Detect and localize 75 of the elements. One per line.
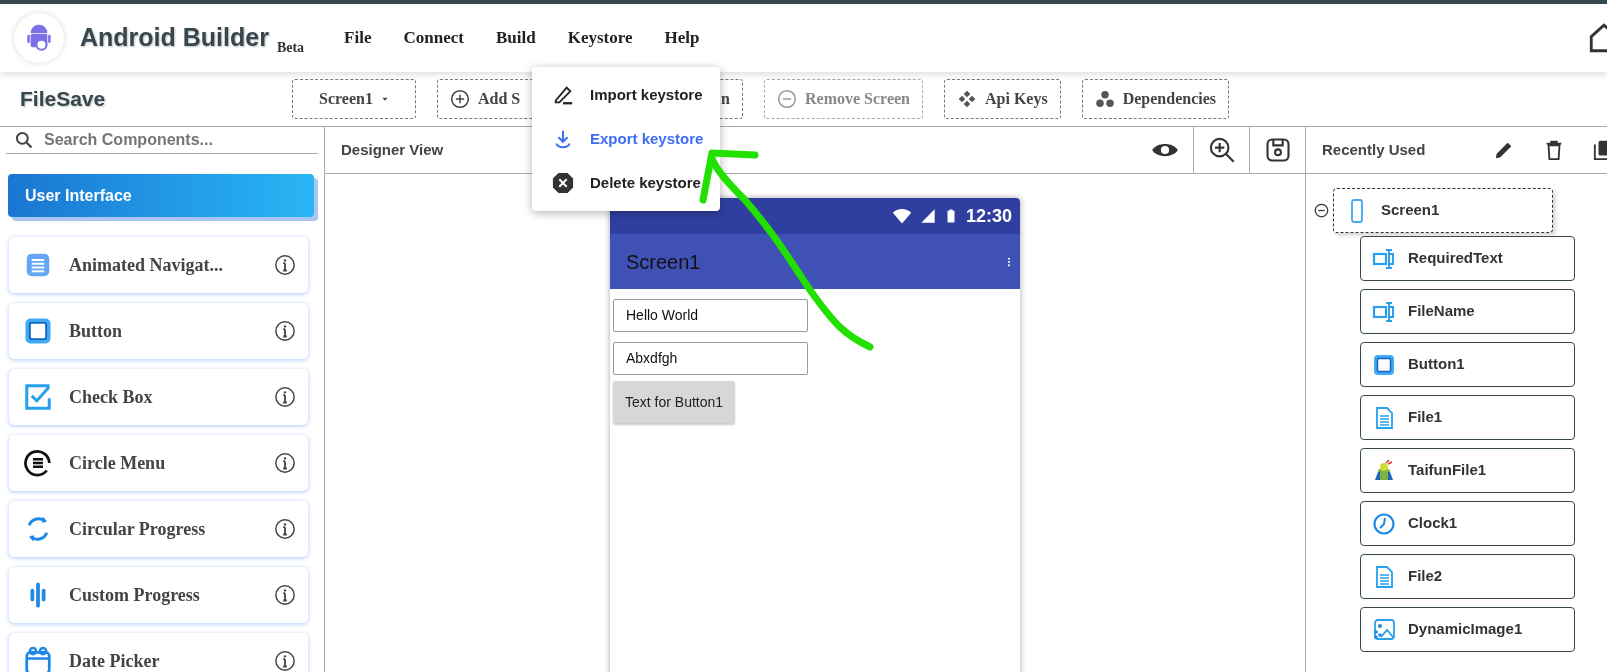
palette-item[interactable]: Button [9,303,308,359]
wifi-icon [891,206,912,226]
panel-title: Recently Used [1322,139,1426,160]
tree-node[interactable]: File2 [1360,554,1575,599]
clock-time: 12:30 [965,204,1012,228]
checkbox-icon [23,382,53,412]
app-title: Android Builder [80,22,269,54]
info-icon[interactable] [274,452,296,474]
dropdown-item[interactable]: Delete keystore [532,161,720,205]
calendar-icon [23,646,53,672]
robot-icon [1372,458,1396,483]
text-box[interactable]: Hello World [613,299,808,332]
tree-node[interactable]: TaifunFile1 [1360,448,1575,493]
menu-item[interactable]: Build [479,25,552,51]
menu-item[interactable]: Help [648,25,716,51]
pen-icon [552,84,574,106]
tree-node[interactable]: RequiredText [1360,236,1575,281]
screen-dropdown[interactable]: Screen1 [292,79,416,119]
dropdown-item[interactable]: Export keystore [532,117,720,161]
item-label: Date Picker [69,649,160,672]
info-icon[interactable] [274,518,296,540]
item-label: Circle Menu [69,451,166,475]
diamond-icon [957,89,977,109]
dots-icon [1094,89,1115,109]
square-icon [23,316,53,346]
square-icon [1372,352,1396,377]
tree-node[interactable]: Screen1 [1333,188,1553,233]
textbox-icon [1372,246,1396,271]
menu-item[interactable]: File [328,25,388,51]
close-icon [552,172,574,194]
circle-menu-icon [23,448,53,478]
clock-icon [1372,511,1396,536]
plus-circle-icon [450,89,470,109]
item-label: Circular Progress [69,517,206,541]
image-icon [1372,617,1396,642]
panel-title: Designer View [341,139,444,160]
search-icon [14,130,34,150]
menu-item[interactable]: Keystore [551,25,649,51]
info-icon[interactable] [274,320,296,342]
palette-item[interactable]: Circle Menu [9,435,308,491]
palette-item[interactable]: Date Picker [9,633,308,672]
palette-item[interactable]: Circular Progress [9,501,308,557]
android-logo [14,13,64,63]
item-label: Button [69,319,122,343]
tree-node[interactable]: DynamicImage1 [1360,607,1575,652]
info-icon[interactable] [274,254,296,276]
item-label: Custom Progress [69,583,200,607]
project-name: FileSave [19,86,107,113]
tree-node[interactable]: Clock1 [1360,501,1575,546]
palette-item[interactable]: Animated Navigat... [9,237,308,293]
collapse-icon[interactable] [1314,203,1329,218]
palette-item[interactable]: Custom Progress [9,567,308,623]
info-icon[interactable] [274,650,296,672]
info-icon[interactable] [274,386,296,408]
textbox-icon [1372,299,1396,324]
text-box[interactable]: Abxdfgh [613,342,808,375]
caret-icon [380,95,389,103]
zoom-in-icon[interactable] [1207,136,1236,164]
save-icon[interactable] [1263,136,1292,164]
beta-label: Beta [276,38,305,57]
item-label: Check Box [69,385,153,409]
phone-button[interactable]: Text for Button1 [613,381,736,423]
signal-icon [919,208,936,224]
tree-node[interactable]: File1 [1360,395,1575,440]
palette-item[interactable]: Check Box [9,369,308,425]
screen-title: Screen1 [626,249,702,275]
minus-circle-icon [777,89,797,109]
info-icon[interactable] [274,584,296,606]
item-label: Animated Navigat... [69,253,223,277]
tree-node[interactable]: Button1 [1360,342,1575,387]
toolbar-button[interactable]: Dependencies [1081,79,1229,119]
menu-item[interactable]: Connect [387,25,480,51]
dropdown-item[interactable]: Import keystore [532,73,720,117]
toolbar-button[interactable]: Api Keys [944,79,1061,119]
tree-node[interactable]: FileName [1360,289,1575,334]
